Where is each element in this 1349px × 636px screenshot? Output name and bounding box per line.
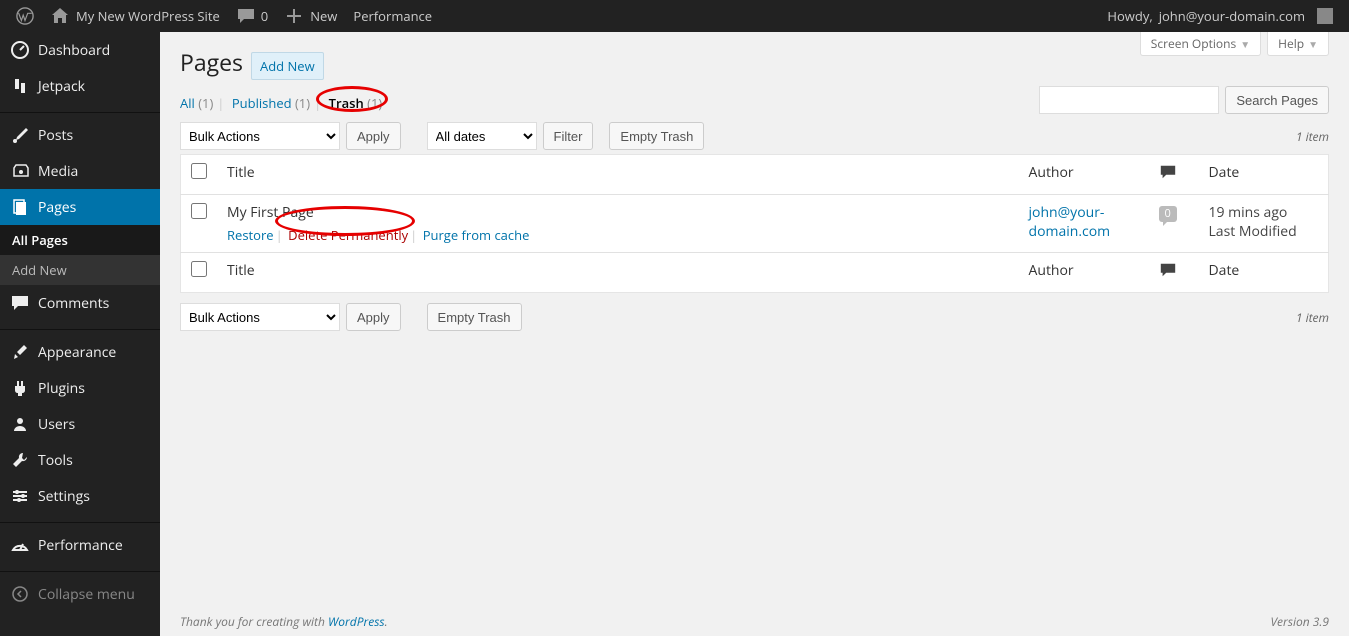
col-date-foot[interactable]: Date <box>1199 253 1329 293</box>
date-relative: 19 mins ago <box>1209 203 1288 222</box>
search-button[interactable]: Search Pages <box>1225 86 1329 114</box>
menu-pages[interactable]: Pages <box>0 189 160 225</box>
col-author-foot[interactable]: Author <box>1019 253 1149 293</box>
comment-count-bubble[interactable]: 0 <box>1159 206 1177 222</box>
avatar-icon <box>1317 8 1333 24</box>
col-comments-foot[interactable] <box>1149 253 1199 293</box>
col-title-foot[interactable]: Title <box>217 253 1019 293</box>
item-count-bottom: 1 item <box>1296 309 1329 326</box>
version-label: Version 3.9 <box>1270 613 1329 630</box>
performance-link[interactable]: Performance <box>345 0 440 32</box>
footer: Thank you for creating with WordPress. V… <box>180 607 1329 636</box>
comments-bubble[interactable]: 0 <box>228 0 276 32</box>
comments-count: 0 <box>261 7 268 25</box>
menu-jetpack[interactable]: Jetpack <box>0 68 160 104</box>
menu-posts[interactable]: Posts <box>0 117 160 153</box>
date-status: Last Modified <box>1209 222 1297 241</box>
howdy-prefix: Howdy, <box>1107 7 1152 25</box>
apply-button-bottom[interactable]: Apply <box>346 303 401 331</box>
admin-sidebar: Dashboard Jetpack Posts Media Pages All … <box>0 32 160 636</box>
tablenav-top: Bulk Actions Apply All dates Filter Empt… <box>180 122 1329 150</box>
wp-logo[interactable] <box>8 0 42 32</box>
menu-plugins[interactable]: Plugins <box>0 370 160 406</box>
empty-trash-button-bottom[interactable]: Empty Trash <box>427 303 522 331</box>
filter-trash[interactable]: Trash (1) <box>329 94 383 112</box>
new-label: New <box>310 7 337 25</box>
apply-button-top[interactable]: Apply <box>346 122 401 150</box>
filter-published[interactable]: Published (1) <box>232 94 310 112</box>
comment-icon <box>1159 261 1177 279</box>
submenu-pages: All Pages Add New <box>0 225 160 285</box>
menu-tools[interactable]: Tools <box>0 442 160 478</box>
author-link[interactable]: john@your-domain.com <box>1029 203 1111 241</box>
submenu-add-new[interactable]: Add New <box>0 255 160 285</box>
delete-permanently-link[interactable]: Delete Permanently <box>288 226 408 244</box>
my-account[interactable]: Howdy, john@your-domain.com <box>1099 0 1341 32</box>
menu-appearance[interactable]: Appearance <box>0 334 160 370</box>
row-checkbox[interactable] <box>191 203 207 219</box>
purge-cache-link[interactable]: Purge from cache <box>423 226 530 244</box>
table-row: My First Page Restore| Delete Permanentl… <box>181 195 1329 253</box>
comment-icon <box>1159 163 1177 181</box>
col-title[interactable]: Title <box>217 155 1019 195</box>
date-filter-select[interactable]: All dates <box>427 122 537 150</box>
new-content[interactable]: New <box>276 0 345 32</box>
content-area: Screen Options▼ Help▼ Pages Add New All … <box>160 32 1349 636</box>
pages-table: Title Author Date My First Page Restore|… <box>180 154 1329 293</box>
col-author[interactable]: Author <box>1019 155 1149 195</box>
filter-all[interactable]: All (1) <box>180 94 213 112</box>
bulk-actions-select-bottom[interactable]: Bulk Actions <box>180 303 340 331</box>
wordpress-link[interactable]: WordPress <box>328 613 385 630</box>
menu-media[interactable]: Media <box>0 153 160 189</box>
row-actions: Restore| Delete Permanently| Purge from … <box>227 226 1009 244</box>
row-title: My First Page <box>227 203 314 222</box>
search-box: Search Pages <box>1039 86 1329 114</box>
col-date[interactable]: Date <box>1199 155 1329 195</box>
site-name-link[interactable]: My New WordPress Site <box>42 0 228 32</box>
help-tab[interactable]: Help▼ <box>1267 32 1329 56</box>
chevron-down-icon: ▼ <box>1308 37 1318 51</box>
filter-button[interactable]: Filter <box>543 122 594 150</box>
menu-comments[interactable]: Comments <box>0 285 160 321</box>
menu-performance[interactable]: Performance <box>0 527 160 563</box>
chevron-down-icon: ▼ <box>1240 37 1250 51</box>
page-title: Pages <box>180 46 243 78</box>
col-comments[interactable] <box>1149 155 1199 195</box>
search-input[interactable] <box>1039 86 1219 114</box>
menu-dashboard[interactable]: Dashboard <box>0 32 160 68</box>
item-count-top: 1 item <box>1296 128 1329 145</box>
tablenav-bottom: Bulk Actions Apply Empty Trash 1 item <box>180 303 1329 331</box>
submenu-all-pages[interactable]: All Pages <box>0 225 160 255</box>
admin-toolbar: My New WordPress Site 0 New Performance … <box>0 0 1349 32</box>
empty-trash-button-top[interactable]: Empty Trash <box>609 122 704 150</box>
howdy-user: john@your-domain.com <box>1159 7 1305 25</box>
add-new-button[interactable]: Add New <box>251 52 324 80</box>
select-all-top[interactable] <box>191 163 207 179</box>
site-name: My New WordPress Site <box>76 7 220 25</box>
menu-settings[interactable]: Settings <box>0 478 160 514</box>
select-all-bottom[interactable] <box>191 261 207 277</box>
collapse-menu[interactable]: Collapse menu <box>0 576 160 612</box>
restore-link[interactable]: Restore <box>227 226 274 244</box>
menu-users[interactable]: Users <box>0 406 160 442</box>
bulk-actions-select-top[interactable]: Bulk Actions <box>180 122 340 150</box>
screen-options-tab[interactable]: Screen Options▼ <box>1140 32 1261 56</box>
